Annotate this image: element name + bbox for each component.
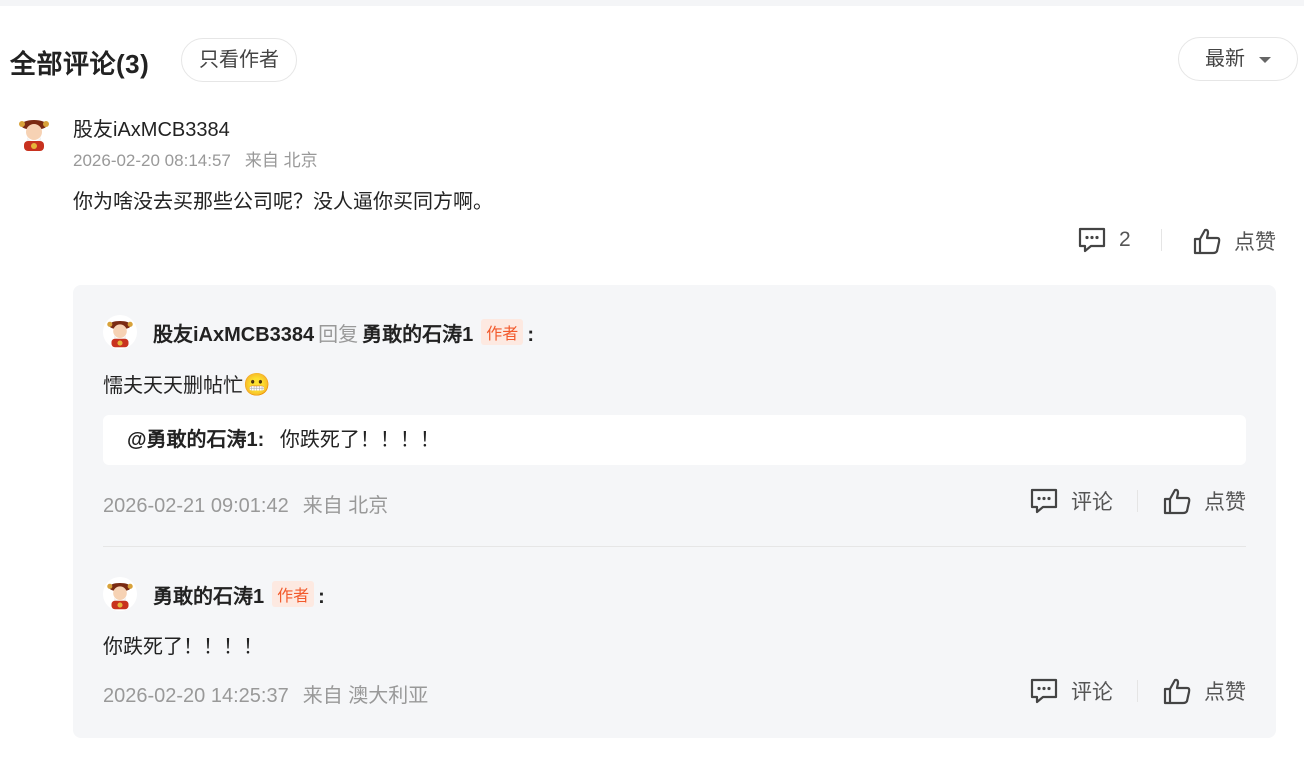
- sort-label: 最新: [1205, 48, 1245, 70]
- reply-comment-label: 评论: [1071, 681, 1113, 704]
- reply-comment-button[interactable]: 评论: [1029, 676, 1113, 706]
- replies-panel: 股友iAxMCB3384 回复 勇敢的石涛1 作者: 懦夫天天删帖忙😬 @勇敢的石涛1…: [73, 285, 1276, 738]
- comment-time: 2026-02-20 08:14:57: [73, 151, 231, 170]
- action-divider: [1161, 229, 1162, 251]
- reply-time: 2026-02-20 14:25:37: [103, 685, 289, 707]
- reply-count-button[interactable]: 2: [1077, 226, 1131, 254]
- reply-meta: 2026-02-21 09:01:42 来自 北京: [103, 489, 402, 518]
- action-divider: [1137, 680, 1138, 702]
- reply-like-button[interactable]: 点赞: [1162, 676, 1246, 706]
- reply-username[interactable]: 勇敢的石涛1: [153, 586, 264, 608]
- reply-divider: [103, 546, 1246, 547]
- comment-text: 你为啥没去买那些公司呢？没人逼你买同方啊。: [73, 191, 493, 213]
- reply-header: 股友iAxMCB3384 回复 勇敢的石涛1 作者:: [153, 318, 534, 347]
- like-label: 点赞: [1234, 231, 1276, 254]
- avatar[interactable]: [103, 315, 137, 349]
- reply-comment-button[interactable]: 评论: [1029, 486, 1113, 516]
- author-badge: 作者: [272, 581, 315, 607]
- comments-title: 全部评论(3): [10, 49, 150, 79]
- sort-dropdown[interactable]: 最新: [1178, 37, 1298, 81]
- action-divider: [1137, 490, 1138, 512]
- reply-like-button[interactable]: 点赞: [1162, 486, 1246, 516]
- comment-icon: [1078, 227, 1106, 253]
- thumbs-up-icon: [1163, 678, 1191, 705]
- reply-count: 2: [1119, 228, 1131, 251]
- reply-comment-label: 评论: [1071, 491, 1113, 514]
- avatar[interactable]: [14, 113, 54, 153]
- quote-username[interactable]: @勇敢的石涛1:: [127, 429, 264, 451]
- reply-text: 懦夫天天删帖忙😬: [103, 369, 270, 398]
- reply-like-label: 点赞: [1204, 491, 1246, 514]
- author-badge: 作者: [481, 319, 524, 345]
- comments-header: 全部评论(3) 只看作者 最新: [0, 36, 1304, 82]
- reply-time: 2026-02-21 09:01:42: [103, 495, 289, 517]
- author-only-button[interactable]: 只看作者: [181, 38, 297, 82]
- reply-text-body: 懦夫天天删帖忙: [103, 375, 243, 397]
- thumbs-up-icon: [1193, 228, 1221, 255]
- reply-colon: :: [318, 586, 325, 608]
- avatar[interactable]: [103, 577, 137, 611]
- reply-location: 来自 澳大利亚: [302, 685, 429, 707]
- reply-target-username[interactable]: 勇敢的石涛1: [362, 324, 473, 346]
- comment-location: 来自 北京: [244, 151, 318, 170]
- reply-username[interactable]: 股友iAxMCB3384: [153, 324, 314, 346]
- reply-colon: :: [527, 324, 534, 346]
- comment-meta: 2026-02-20 08:14:57 来自 北京: [73, 146, 332, 171]
- caret-down-icon: [1259, 57, 1271, 63]
- like-button[interactable]: 点赞: [1192, 226, 1276, 256]
- comment-username[interactable]: 股友iAxMCB3384: [73, 113, 230, 142]
- reply-word: 回复: [318, 324, 359, 346]
- quoted-reply: @勇敢的石涛1: 你跌死了！！！！: [103, 415, 1246, 465]
- comment-icon: [1030, 488, 1058, 514]
- comment-icon: [1030, 678, 1058, 704]
- thumbs-up-icon: [1163, 488, 1191, 515]
- reply-header: 勇敢的石涛1 作者:: [153, 580, 325, 609]
- reply-location: 来自 北京: [302, 495, 389, 517]
- grimace-emoji-icon: 😬: [243, 372, 271, 397]
- top-strip: [0, 0, 1304, 6]
- reply-text: 你跌死了！！！！: [103, 636, 263, 658]
- reply-like-label: 点赞: [1204, 681, 1246, 704]
- reply-meta: 2026-02-20 14:25:37 来自 澳大利亚: [103, 679, 442, 708]
- quote-text: 你跌死了！！！！: [279, 429, 440, 451]
